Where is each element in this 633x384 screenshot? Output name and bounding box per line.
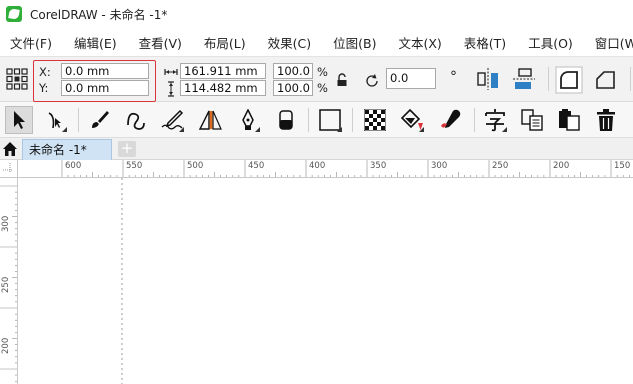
document-tab-bar: 未命名 -1* + [0,138,633,160]
rotation-field[interactable]: 0.0 [386,68,436,89]
mirror-vertical-icon[interactable] [511,66,537,92]
eyedropper-tool[interactable] [436,106,464,134]
drawing-canvas[interactable] [18,178,633,384]
ruler-triangle-icon [198,110,222,130]
calligraphy-tool[interactable] [158,106,186,134]
chamfer-corner-icon[interactable] [592,66,620,94]
interactive-fill-tool[interactable] [398,106,426,134]
toolbox-separator [474,108,475,132]
artistic-media-tool[interactable] [86,106,114,134]
flyout-indicator [502,127,507,132]
ruler-label: 550 [126,161,143,171]
mirror-horizontal-icon[interactable] [475,66,501,92]
ruler-origin[interactable] [0,160,18,178]
arrow-pointer-icon [14,111,25,129]
curve-icon [127,112,145,130]
scale-y-field[interactable]: 100.0 [273,80,313,96]
degree-symbol: ° [450,69,457,85]
home-icon[interactable] [2,141,18,157]
page-border [121,178,123,384]
menu-view[interactable]: 查看(V) [139,33,182,52]
coreldraw-app-icon [6,6,22,22]
shape-tool[interactable] [41,106,69,134]
menu-file[interactable]: 文件(F) [10,33,52,52]
title-bar: CorelDRAW - 未命名 -1* [0,0,633,28]
eyedropper-icon [441,109,461,128]
height-field[interactable]: 114.482 mm [180,80,266,96]
flyout-indicator [337,127,342,132]
flyout-indicator [419,127,424,132]
ruler-label: 200 [1,337,11,354]
round-corner-icon[interactable] [555,66,583,94]
x-label: X: [39,65,51,79]
y-label: Y: [39,81,49,95]
paste-tool[interactable] [555,106,583,134]
object-origin-icon[interactable] [5,67,29,91]
ruler-label: 500 [187,161,204,171]
horizontal-ruler[interactable]: 600 550 500 450 400 350 300 250 200 150 [18,160,633,178]
toolbox-separator [352,108,353,132]
scale-x-percent: % [317,65,328,79]
brush-icon [92,111,109,128]
menu-window[interactable]: 窗口(W) [595,33,633,52]
rectangle-tool[interactable] [316,106,344,134]
width-field[interactable]: 161.911 mm [180,63,266,79]
transparency-tool[interactable] [361,106,389,134]
ruler-label: 600 [65,161,82,171]
property-bar: X: Y: 0.0 mm 0.0 mm 161.911 mm 114.482 m… [0,56,633,102]
menu-text[interactable]: 文本(X) [398,33,441,52]
ruler-label: 150 [614,161,631,171]
toolbox-separator [78,108,79,132]
menu-table[interactable]: 表格(T) [464,33,506,52]
menu-edit[interactable]: 编辑(E) [74,33,117,52]
ruler-label: 350 [370,161,387,171]
eraser-icon [279,110,293,130]
copy-properties-tool[interactable] [518,106,546,134]
pick-tool[interactable] [5,106,33,134]
scale-y-percent: % [317,81,328,95]
menu-bitmaps[interactable]: 位图(B) [333,33,376,52]
ruler-label: 300 [1,215,11,232]
ruler-label: 250 [492,161,509,171]
ruler-label: 400 [309,161,326,171]
menu-layout[interactable]: 布局(L) [204,33,246,52]
ruler-origin-icon [3,163,12,172]
menu-bar: 文件(F) 编辑(E) 查看(V) 布局(L) 效果(C) 位图(B) 文本(X… [0,28,633,56]
toolbox [0,102,633,138]
ruler-label: 300 [431,161,448,171]
window-title: CorelDRAW - 未命名 -1* [30,7,168,22]
propbar-separator [548,67,549,91]
bezier-tool[interactable] [122,106,150,134]
flyout-indicator [62,127,67,132]
ruler-label: 450 [248,161,265,171]
rotation-icon [366,74,378,87]
scale-x-field[interactable]: 100.0 [273,63,313,79]
flyout-indicator [255,127,260,132]
pen-tool[interactable] [234,106,262,134]
height-icon [168,81,174,97]
lock-ratio-icon[interactable] [336,73,348,87]
add-document-button[interactable]: + [118,141,136,157]
ruler-label: 250 [1,276,11,293]
trash-icon [597,109,615,131]
clipboard-icon [559,109,580,131]
flyout-indicator [179,127,184,132]
x-position-field[interactable]: 0.0 mm [61,63,149,79]
document-copy-icon [521,109,543,131]
toolbox-separator [308,108,309,132]
delete-tool[interactable] [592,106,620,134]
dimension-tool[interactable] [196,106,224,134]
menu-tools[interactable]: 工具(O) [528,33,573,52]
propbar-edge-separator [630,67,631,91]
y-position-field[interactable]: 0.0 mm [61,80,149,96]
ruler-label: 200 [553,161,570,171]
checkerboard-icon [364,109,386,131]
text-tool[interactable] [481,106,509,134]
horizontal-ruler-ticks [61,160,630,177]
document-tab[interactable]: 未命名 -1* [22,139,112,160]
menu-effects[interactable]: 效果(C) [268,33,311,52]
eraser-tool[interactable] [272,106,300,134]
vertical-ruler[interactable]: 300 250 200 [0,178,18,384]
width-icon [164,69,178,75]
